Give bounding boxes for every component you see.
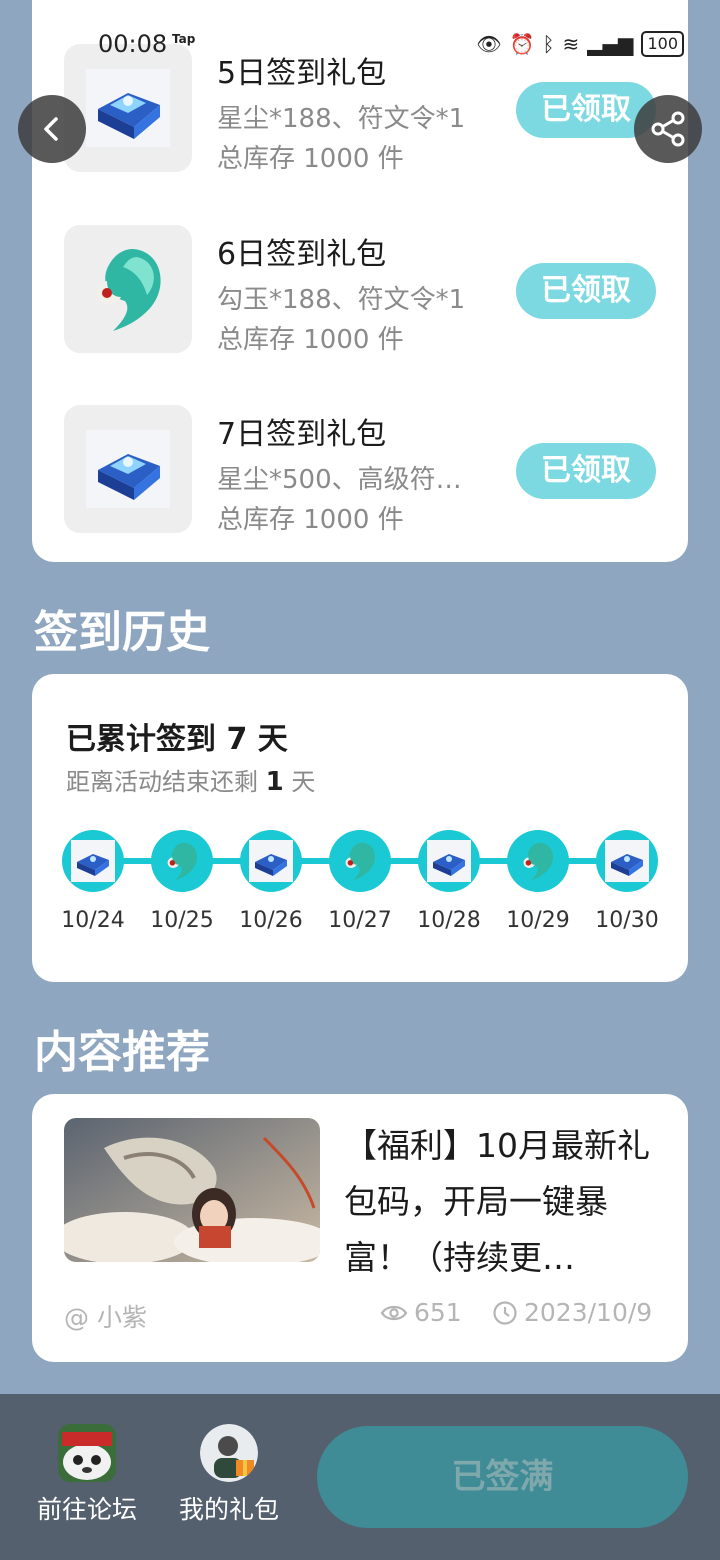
bluetooth-icon: ᛒ (542, 32, 555, 56)
signed-full-button[interactable]: 已签满 (317, 1426, 688, 1528)
blue-chest-icon (64, 405, 192, 533)
wifi-icon: ≋ (562, 32, 580, 56)
blue-chest-icon (418, 830, 480, 892)
total-prefix: 已累计签到 (66, 722, 216, 757)
timeline-date: 10/30 (595, 908, 659, 933)
gift-title: 6日签到礼包 (217, 237, 387, 272)
gift-stock: 总库存 1000 件 (217, 325, 404, 355)
article-card[interactable]: 【福利】10月最新礼包码，开局一键暴富！（持续更… @ 小紫 651 2023/… (32, 1094, 688, 1362)
jade-magatama-icon (329, 830, 391, 892)
history-section-title: 签到历史 (34, 607, 210, 658)
gift-stock: 总库存 1000 件 (217, 144, 404, 174)
remain-suffix: 天 (291, 768, 316, 796)
user-gift-avatar-icon (200, 1424, 258, 1482)
publish-date: 2023/10/9 (492, 1298, 652, 1327)
blue-chest-icon (62, 830, 124, 892)
blue-chest-icon (596, 830, 658, 892)
claimed-button[interactable]: 已领取 (516, 263, 656, 319)
clock-icon (493, 1300, 517, 1325)
total-suffix: 天 (257, 722, 288, 757)
gift-list-card: 5日签到礼包 星尘*188、符文令*1 总库存 1000 件 已领取 6日签到礼… (32, 0, 688, 562)
claimed-button[interactable]: 已领取 (516, 443, 656, 499)
back-button[interactable] (18, 95, 86, 163)
forum-label: 前往论坛 (36, 1495, 137, 1524)
history-card: 已累计签到 7 天 距离活动结束还剩 1 天 10/24 10/25 10/26… (32, 674, 688, 982)
article-author: @ 小紫 (64, 1303, 147, 1332)
gift-description: 星尘*500、高级符… (217, 465, 462, 495)
article-thumbnail (64, 1118, 320, 1262)
my-gifts-link[interactable]: 我的礼包 (169, 1424, 289, 1526)
status-time: 00:08 (98, 30, 168, 58)
timeline-date: 10/25 (150, 908, 214, 933)
status-bar: 00:08 Tap 👁 ⏰ ᛒ ≋ ▂▄▆ 100 (0, 28, 720, 62)
total-signin-text: 已累计签到 7 天 (66, 714, 288, 758)
recommend-section-title: 内容推荐 (34, 1027, 210, 1078)
timeline-date: 10/29 (506, 908, 570, 933)
forum-link[interactable]: 前往论坛 (27, 1424, 147, 1526)
view-count: 651 (380, 1298, 462, 1327)
remain-days: 1 (265, 767, 284, 797)
article-title: 【福利】10月最新礼包码，开局一键暴富！（持续更… (344, 1126, 650, 1277)
jade-magatama-icon (151, 830, 213, 892)
bottom-bar: 前往论坛 我的礼包 已签满 (0, 1394, 720, 1560)
jade-magatama-icon (64, 225, 192, 353)
game-forum-icon (58, 1424, 116, 1482)
gift-stock: 总库存 1000 件 (217, 505, 404, 535)
jade-magatama-icon (507, 830, 569, 892)
timeline-date: 10/28 (417, 908, 481, 933)
timeline-date: 10/26 (239, 908, 303, 933)
gift-row-day6: 6日签到礼包 勾玉*188、符文令*1 总库存 1000 件 已领取 (32, 225, 688, 355)
blue-chest-icon (64, 44, 192, 172)
gift-description: 星尘*188、符文令*1 (217, 104, 466, 134)
total-days: 7 (226, 722, 248, 757)
publish-date-value: 2023/10/9 (524, 1298, 653, 1327)
share-button[interactable] (634, 95, 702, 163)
remaining-days-text: 距离活动结束还剩 1 天 (66, 762, 315, 797)
chevron-left-icon (44, 117, 58, 141)
timeline-date: 10/24 (61, 908, 125, 933)
my-gifts-label: 我的礼包 (178, 1495, 279, 1524)
alarm-icon: ⏰ (509, 32, 535, 56)
view-count-value: 651 (414, 1298, 462, 1327)
status-icons: 👁 ⏰ ᛒ ≋ ▂▄▆ 100 (476, 30, 684, 58)
gift-description: 勾玉*188、符文令*1 (217, 285, 466, 315)
gift-title: 7日签到礼包 (217, 417, 387, 452)
eye-icon: 👁 (476, 32, 502, 56)
tap-notification-icon: Tap (172, 32, 196, 46)
signal-icon: ▂▄▆ (587, 32, 634, 56)
page: 5日签到礼包 星尘*188、符文令*1 总库存 1000 件 已领取 6日签到礼… (0, 0, 720, 1560)
gift-row-day7: 7日签到礼包 星尘*500、高级符… 总库存 1000 件 已领取 (32, 405, 688, 535)
blue-chest-icon (240, 830, 302, 892)
battery-icon: 100 (641, 31, 684, 57)
remain-prefix: 距离活动结束还剩 (66, 768, 258, 796)
timeline-date: 10/27 (328, 908, 392, 933)
eye-icon (380, 1305, 408, 1320)
gift-row-day5: 5日签到礼包 星尘*188、符文令*1 总库存 1000 件 已领取 (32, 44, 688, 174)
share-icon (651, 111, 685, 147)
